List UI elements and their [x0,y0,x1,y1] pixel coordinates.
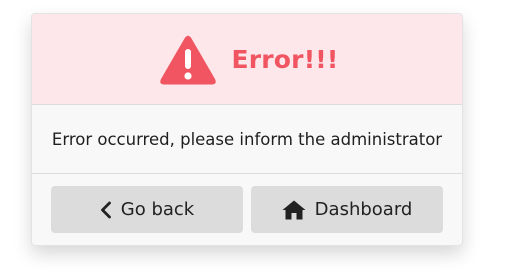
warning-triangle-icon [160,35,217,85]
go-back-button[interactable]: Go back [51,186,243,233]
dashboard-label: Dashboard [314,199,413,220]
error-dialog: Error!!! Error occurred, please inform t… [31,13,463,246]
error-message: Error occurred, please inform the admini… [51,129,443,149]
home-icon [282,200,306,219]
chevron-left-icon [100,201,111,218]
dialog-title: Error!!! [231,44,339,74]
dialog-body: Error occurred, please inform the admini… [32,105,462,174]
dialog-footer: Go back Dashboard [32,174,462,245]
dashboard-button[interactable]: Dashboard [251,186,443,233]
go-back-label: Go back [120,199,195,220]
dialog-header: Error!!! [32,14,462,105]
